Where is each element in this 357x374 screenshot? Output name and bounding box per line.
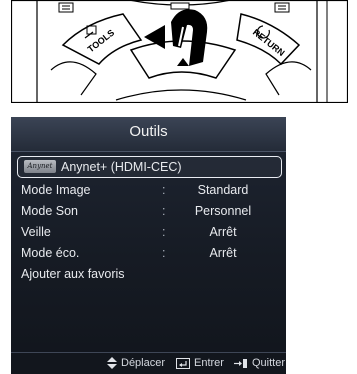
tools-menu-panel: Outils Anynet Anynet+ (HDMI-CEC) Mode Im… bbox=[11, 117, 286, 374]
menu-item-separator: : bbox=[162, 246, 166, 260]
menu-item-label: Mode Image bbox=[21, 183, 91, 197]
up-down-arrows-icon bbox=[107, 357, 117, 370]
remote-drawing: TOOLS RETURN bbox=[11, 0, 348, 103]
dpad-up-button bbox=[129, 40, 237, 79]
footer-move-label: Déplacer bbox=[121, 357, 166, 369]
menu-item-veille[interactable]: Veille : Arrêt bbox=[17, 223, 280, 241]
menu-title: Outils bbox=[11, 117, 286, 152]
anynet-logo-icon: Anynet bbox=[24, 160, 56, 173]
footer-enter-hint: Entrer bbox=[176, 353, 224, 373]
menu-item-ajouter-favoris[interactable]: Ajouter aux favoris bbox=[17, 265, 280, 283]
footer-enter-label: Entrer bbox=[194, 357, 224, 369]
exit-icon bbox=[234, 358, 247, 368]
footer-quit-label: Quitter bbox=[252, 357, 286, 369]
footer-move-hint: Déplacer bbox=[107, 353, 165, 373]
menu-item-value: Arrêt bbox=[209, 225, 237, 239]
menu-item-label: Ajouter aux favoris bbox=[21, 267, 125, 281]
menu-item-separator: : bbox=[162, 225, 166, 239]
menu-item-value: Personnel bbox=[194, 204, 252, 218]
menu-item-label: Anynet+ (HDMI-CEC) bbox=[61, 160, 182, 174]
enter-icon bbox=[176, 357, 190, 369]
menu-item-label: Mode éco. bbox=[21, 246, 80, 260]
menu-item-anynet[interactable]: Anynet Anynet+ (HDMI-CEC) bbox=[17, 156, 282, 178]
menu-item-mode-eco[interactable]: Mode éco. : Arrêt bbox=[17, 244, 280, 262]
footer-quit-hint: Quitter bbox=[234, 353, 285, 373]
menu-item-separator: : bbox=[162, 183, 166, 197]
menu-footer: Déplacer Entrer Quitter bbox=[11, 352, 286, 374]
remote-control-illustration: TOOLS RETURN bbox=[11, 0, 348, 103]
menu-item-mode-image[interactable]: Mode Image : Standard bbox=[17, 181, 280, 199]
menu-item-value: Arrêt bbox=[209, 246, 237, 260]
menu-item-label: Veille bbox=[21, 225, 51, 239]
menu-item-label: Mode Son bbox=[21, 204, 78, 218]
menu-item-value: Standard bbox=[197, 183, 249, 197]
menu-item-separator: : bbox=[162, 204, 166, 218]
menu-item-mode-son[interactable]: Mode Son : Personnel bbox=[17, 202, 280, 220]
